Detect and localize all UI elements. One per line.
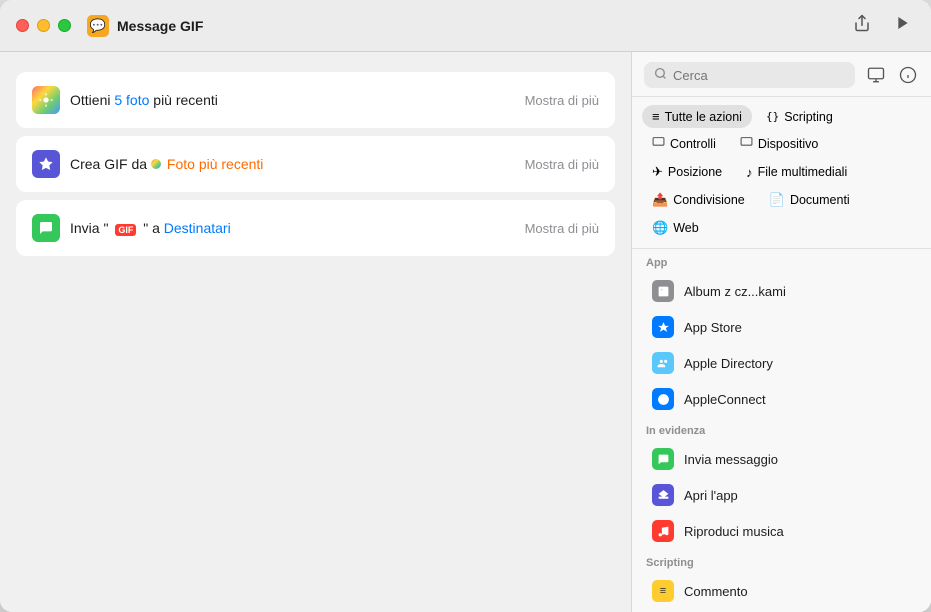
cat-web[interactable]: 🌐 Web — [642, 216, 709, 240]
apri-app-icon — [652, 484, 674, 506]
riproduci-icon — [652, 520, 674, 542]
right-panel-header — [632, 52, 931, 97]
recipients[interactable]: Destinatari — [164, 220, 231, 236]
action-text-ottieni: Ottieni 5 foto più recenti — [70, 92, 525, 108]
main-content: Ottieni 5 foto più recenti Mostra di più… — [0, 52, 931, 612]
library-icon[interactable] — [865, 64, 887, 86]
list-item-appledirectory[interactable]: Apple Directory — [638, 345, 925, 381]
appstore-label: App Store — [684, 320, 742, 335]
cat-controlli[interactable]: Controlli — [642, 132, 726, 156]
action-row-gif[interactable]: Crea GIF da Foto più recenti Mostra di p… — [16, 136, 615, 192]
cat-file-multimediali[interactable]: ♪ File multimediali — [736, 160, 857, 184]
titlebar-actions — [849, 10, 915, 41]
action-icon-gif — [32, 150, 60, 178]
maximize-button[interactable] — [58, 19, 71, 32]
cat-scripting[interactable]: {} Scripting — [756, 105, 843, 128]
album-label: Album z cz...kami — [684, 284, 786, 299]
play-button[interactable] — [891, 11, 915, 40]
right-list: App Album z cz...kami App Store — [632, 249, 931, 612]
show-more-gif[interactable]: Mostra di più — [525, 157, 599, 172]
show-more-invia[interactable]: Mostra di più — [525, 221, 599, 236]
list-item-appstore[interactable]: App Store — [638, 309, 925, 345]
action-icon-ottieni — [32, 86, 60, 114]
action-card-ottieni: Ottieni 5 foto più recenti Mostra di più — [16, 72, 615, 128]
search-input[interactable] — [673, 68, 845, 83]
cat-documenti[interactable]: 📄 Documenti — [759, 188, 860, 212]
action-icon-invia — [32, 214, 60, 242]
window-title: Message GIF — [117, 18, 203, 34]
list-item-commento[interactable]: ≡ Commento — [638, 573, 925, 609]
appleconnect-icon — [652, 388, 674, 410]
cat-condivisione[interactable]: 📤 Condivisione — [642, 188, 755, 212]
invia-messaggio-label: Invia messaggio — [684, 452, 778, 467]
cat-posizione[interactable]: ✈ Posizione — [642, 160, 732, 184]
minimize-button[interactable] — [37, 19, 50, 32]
category-row: ≡ Tutte le azioni {} Scripting Controlli — [632, 97, 931, 249]
right-panel: ≡ Tutte le azioni {} Scripting Controlli — [631, 52, 931, 612]
show-more-ottieni[interactable]: Mostra di più — [525, 93, 599, 108]
cat-dispositivo[interactable]: Dispositivo — [730, 132, 828, 156]
section-header-app: App — [632, 249, 931, 273]
search-bar[interactable] — [644, 62, 855, 88]
riproduci-label: Riproduci musica — [684, 524, 784, 539]
action-text-gif: Crea GIF da Foto più recenti — [70, 156, 525, 172]
section-header-inevidenza: In evidenza — [632, 417, 931, 441]
left-panel: Ottieni 5 foto più recenti Mostra di più… — [0, 52, 631, 612]
gif-badge: GIF — [115, 224, 136, 236]
section-header-scripting: Scripting — [632, 549, 931, 573]
share-button[interactable] — [849, 10, 875, 41]
action-card-gif: Crea GIF da Foto più recenti Mostra di p… — [16, 136, 615, 192]
info-icon[interactable] — [897, 64, 919, 86]
list-item-riproduci[interactable]: Riproduci musica — [638, 513, 925, 549]
gif-source[interactable]: Foto più recenti — [167, 156, 264, 172]
main-window: 💬 Message GIF — [0, 0, 931, 612]
list-item-appleconnect[interactable]: AppleConnect — [638, 381, 925, 417]
appleconnect-label: AppleConnect — [684, 392, 766, 407]
list-item-album[interactable]: Album z cz...kami — [638, 273, 925, 309]
app-icon: 💬 — [87, 15, 109, 37]
rp-toolbar-icons — [865, 64, 919, 86]
action-card-invia: Invia " GIF " a Destinatari Mostra di pi… — [16, 200, 615, 256]
action-row-invia[interactable]: Invia " GIF " a Destinatari Mostra di pi… — [16, 200, 615, 256]
apri-app-label: Apri l'app — [684, 488, 738, 503]
commento-label: Commento — [684, 584, 748, 599]
commento-icon: ≡ — [652, 580, 674, 602]
cat-tutte-le-azioni[interactable]: ≡ Tutte le azioni — [642, 105, 752, 128]
directory-icon — [652, 352, 674, 374]
album-icon — [652, 280, 674, 302]
search-icon — [654, 67, 667, 83]
list-item-invia-messaggio[interactable]: Invia messaggio — [638, 441, 925, 477]
appstore-icon — [652, 316, 674, 338]
traffic-lights — [16, 19, 71, 32]
titlebar: 💬 Message GIF — [0, 0, 931, 52]
photo-count[interactable]: 5 foto — [114, 92, 149, 108]
close-button[interactable] — [16, 19, 29, 32]
action-text-invia: Invia " GIF " a Destinatari — [70, 220, 525, 236]
invia-messaggio-icon — [652, 448, 674, 470]
action-row-ottieni[interactable]: Ottieni 5 foto più recenti Mostra di più — [16, 72, 615, 128]
directory-label: Apple Directory — [684, 356, 773, 371]
list-item-apri-app[interactable]: Apri l'app — [638, 477, 925, 513]
